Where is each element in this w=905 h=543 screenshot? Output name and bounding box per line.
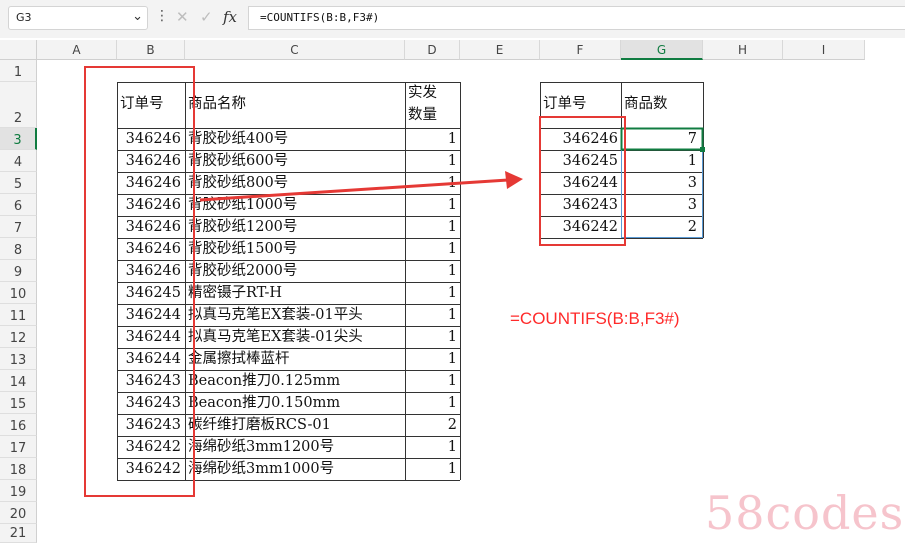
- formula-annotation: =COUNTIFS(B:B,F3#): [510, 309, 680, 328]
- watermark: 58codes: [705, 486, 905, 540]
- arrow: [199, 171, 523, 202]
